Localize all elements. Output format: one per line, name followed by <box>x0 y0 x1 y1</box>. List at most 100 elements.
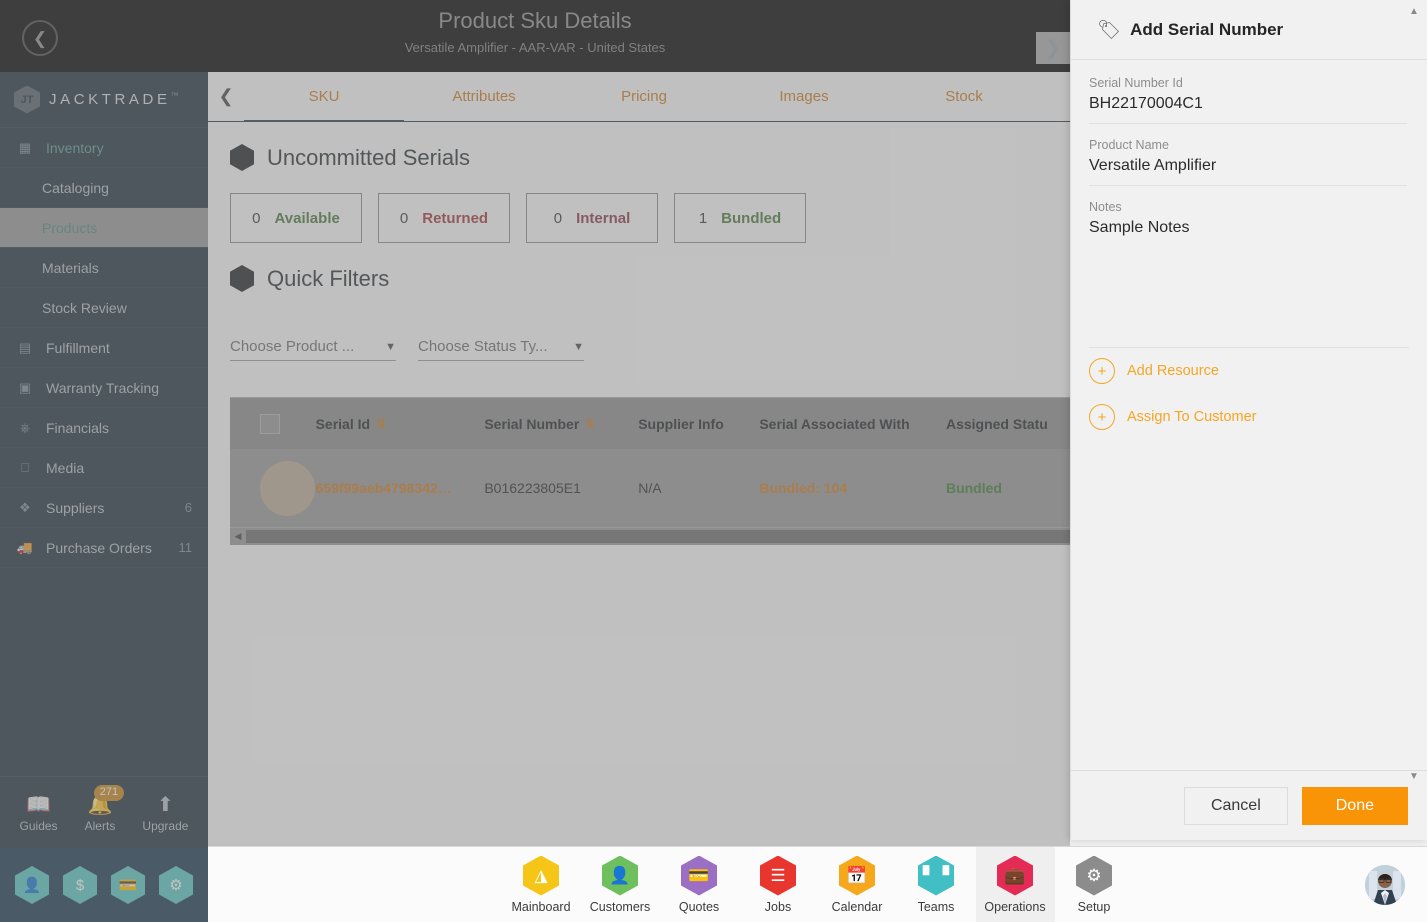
product-filter-placeholder: Choose Product ... <box>230 338 355 355</box>
sidebar-item-label: Media <box>46 459 85 476</box>
column-serial-id[interactable]: Serial Id ⇅ <box>316 416 485 432</box>
dollar-icon[interactable]: $ <box>63 866 97 904</box>
sidebar-item-label: Inventory <box>46 139 104 156</box>
bottom-nav-operations[interactable]: 💼 Operations <box>975 846 1055 922</box>
avatar-image <box>1365 865 1405 905</box>
table-horizontal-scrollbar[interactable]: ◀ <box>230 527 1070 545</box>
done-button[interactable]: Done <box>1301 786 1408 825</box>
stat-label: Bundled <box>721 209 782 227</box>
brand-logo: JT JACKTRADE™ <box>0 72 208 128</box>
quick-filters: Choose Product ... ▼ Choose Status Ty...… <box>208 292 1070 361</box>
bottom-nav-quotes[interactable]: 💳 Quotes <box>660 847 739 922</box>
column-serial-number[interactable]: Serial Number ⇅ <box>484 416 638 432</box>
bottom-nav-jobs[interactable]: ☰ Jobs <box>739 847 818 922</box>
sidebar-item-inventory[interactable]: ▦ Inventory <box>0 128 208 168</box>
financials-icon: ⎈ <box>19 419 31 435</box>
alerts-count: 271 <box>93 785 124 801</box>
column-supplier-info[interactable]: Supplier Info <box>638 416 759 432</box>
cell-serial-id[interactable]: 659f99aeb4798342… <box>316 480 485 496</box>
bottom-nav-teams[interactable]: ▘▝ Teams <box>897 847 976 922</box>
stat-card-available[interactable]: 0 Available <box>230 193 362 243</box>
column-assigned-status[interactable]: Assigned Statu <box>946 416 1070 432</box>
field-serial-number-id: Serial Number Id BH22170004C1 <box>1089 76 1407 124</box>
field-value[interactable]: Versatile Amplifier <box>1089 157 1407 175</box>
cell-serial-number: B016223805E1 <box>484 480 581 496</box>
scroll-left-icon[interactable]: ◀ <box>230 531 246 542</box>
sidebar-item-label: Products <box>42 219 98 236</box>
app-root: ❮ Product Sku Details Versatile Amplifie… <box>0 0 1427 922</box>
stat-count: 0 <box>553 209 563 227</box>
sidebar-item-media[interactable]: ⎕ Media <box>0 448 208 488</box>
bottom-nav-label: Jobs <box>764 899 792 914</box>
sort-icon[interactable]: ⇅ <box>585 417 595 431</box>
sidebar-item-financials[interactable]: ⎈ Financials <box>0 408 208 448</box>
bottom-nav-calendar[interactable]: 📅 Calendar <box>818 847 897 922</box>
bottom-nav-mainboard[interactable]: ◮ Mainboard <box>502 847 581 922</box>
stat-label: Returned <box>422 209 489 227</box>
sidebar-item-products[interactable]: Products <box>0 208 208 248</box>
bottom-nav-customers[interactable]: 👤 Customers <box>581 847 660 922</box>
row-avatar-cell <box>230 460 316 516</box>
field-label: Serial Number Id <box>1089 76 1183 90</box>
scroll-up-icon[interactable]: ▲ <box>1407 6 1421 17</box>
assign-to-customer-button[interactable]: + Assign To Customer <box>1071 394 1427 440</box>
bottom-nav-setup[interactable]: ⚙ Setup <box>1055 847 1134 922</box>
add-serial-number-drawer: ▲ ▼ 🏷 Add Serial Number Serial Number Id… <box>1070 0 1427 840</box>
hexagon-bullet-icon <box>230 265 254 292</box>
uncommitted-serials-header: Uncommitted Serials <box>208 122 1070 171</box>
product-filter-select[interactable]: Choose Product ... ▼ <box>230 338 396 361</box>
bottom-nav-label: Mainboard <box>511 899 571 914</box>
add-resource-button[interactable]: + Add Resource <box>1071 348 1427 394</box>
user-avatar[interactable] <box>1365 865 1405 905</box>
setup-icon: ⚙ <box>1076 855 1112 896</box>
field-value[interactable]: Sample Notes <box>1089 219 1407 237</box>
suppliers-icon: ❖ <box>19 499 31 515</box>
payment-icon[interactable]: 💳 <box>111 866 145 904</box>
sidebar-item-stock-review[interactable]: Stock Review <box>0 288 208 328</box>
stat-card-returned[interactable]: 0 Returned <box>378 193 510 243</box>
status-filter-select[interactable]: Choose Status Ty... ▼ <box>418 338 584 361</box>
operations-icon: 💼 <box>997 855 1033 896</box>
tab-stock[interactable]: Stock <box>884 72 1044 122</box>
table-row[interactable]: 659f99aeb4798342… B016223805E1 N/A Bundl… <box>230 449 1070 527</box>
plus-circle-icon: + <box>1089 404 1115 430</box>
sidebar-item-suppliers[interactable]: ❖ Suppliers 6 <box>0 488 208 528</box>
tab-sku[interactable]: SKU <box>244 72 404 122</box>
brand-name: JACKTRADE™ <box>49 91 179 108</box>
column-serial-associated-with[interactable]: Serial Associated With <box>759 416 946 432</box>
arrow-up-icon: ⬆ <box>157 794 174 816</box>
jobs-icon: ☰ <box>760 855 796 896</box>
sidebar-item-label: Suppliers <box>46 499 105 516</box>
book-icon: 📖 <box>26 794 51 816</box>
next-button[interactable]: ❯ <box>1036 32 1070 64</box>
sidebar-item-fulfillment[interactable]: ▤ Fulfillment <box>0 328 208 368</box>
scrollbar-thumb[interactable] <box>246 530 1070 543</box>
cell-assigned-status: Bundled <box>945 480 1002 496</box>
workflow-icon[interactable]: ⚙ <box>159 866 193 904</box>
sidebar-item-warranty-tracking[interactable]: ▣ Warranty Tracking <box>0 368 208 408</box>
sidebar-item-label: Purchase Orders <box>46 539 152 556</box>
tab-attributes[interactable]: Attributes <box>404 72 564 122</box>
select-all-checkbox[interactable] <box>260 413 280 434</box>
field-value[interactable]: BH22170004C1 <box>1089 95 1407 113</box>
sidebar-item-purchase-orders[interactable]: 🚚 Purchase Orders 11 <box>0 528 208 568</box>
sidebar-badge: 6 <box>184 500 192 515</box>
tab-pricing[interactable]: Pricing <box>564 72 724 122</box>
stat-card-bundled[interactable]: 1 Bundled <box>674 193 806 243</box>
sidebar-item-label: Stock Review <box>42 299 127 316</box>
stat-count: 0 <box>252 209 261 227</box>
stat-card-internal[interactable]: 0 Internal <box>526 193 658 243</box>
sort-icon[interactable]: ⇅ <box>376 417 386 431</box>
tab-images[interactable]: Images <box>724 72 884 122</box>
cancel-button[interactable]: Cancel <box>1183 786 1288 825</box>
alerts-button[interactable]: 271 🔔 Alerts <box>85 785 124 833</box>
person-icon[interactable]: 👤 <box>15 866 49 904</box>
serials-table: Serial Id ⇅ Serial Number ⇅ Supplier Inf… <box>230 397 1070 545</box>
sidebar-item-materials[interactable]: Materials <box>0 248 208 288</box>
upgrade-button[interactable]: ⬆ Upgrade <box>142 792 188 833</box>
field-notes: Notes Sample Notes <box>1089 200 1407 247</box>
guides-button[interactable]: 📖 Guides <box>20 792 58 833</box>
tab-prev-button[interactable]: ❮ <box>208 86 244 107</box>
sidebar-item-cataloging[interactable]: Cataloging <box>0 168 208 208</box>
guides-label: Guides <box>19 819 58 833</box>
